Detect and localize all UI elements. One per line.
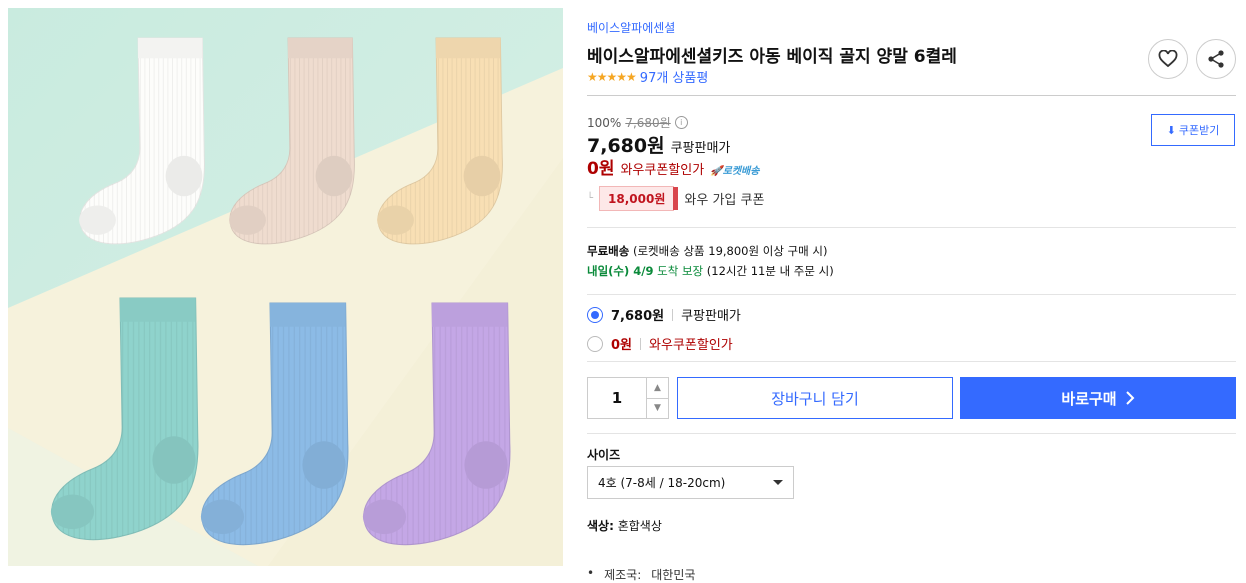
share-icon [1208,50,1224,68]
color-info: 색상: 혼합색상 [587,517,662,534]
free-shipping-info: 무료배송 (로켓배송 상품 19,800원 이상 구매 시) [587,243,827,259]
separator [672,308,674,321]
original-price: 7,680원 [625,116,671,130]
coupon-download-button[interactable]: ⬇ 쿠폰받기 [1151,114,1235,146]
coupon-button-label: 쿠폰받기 [1178,124,1220,137]
wishlist-button[interactable] [1148,39,1188,79]
radio-unselected[interactable] [587,335,603,352]
color-value: 혼합색상 [617,519,662,533]
buy-now-label: 바로구매 [1061,389,1117,408]
divider [587,95,1236,96]
wow-price-label: 와우쿠폰할인가 [620,163,705,178]
discount-row: 100% 7,680원 i [587,114,688,131]
add-to-cart-button[interactable]: 장바구니 담기 [677,377,953,419]
info-icon[interactable]: i [674,116,688,129]
price-option-wow[interactable]: 0원 와우쿠폰할인가 [587,334,733,353]
buy-now-button[interactable]: 바로구매 [960,377,1236,419]
coupon-amount: 18,000원 [599,186,679,211]
free-shipping-detail: (로켓배송 상품 19,800원 이상 구매 시) [632,244,828,258]
color-label: 색상: [587,519,614,533]
indent-corner-icon: └ [587,193,594,204]
size-select[interactable]: 4호 (7-8세 / 18-20cm) [587,466,794,499]
arrival-info: 내일(수) 4/9 도착 보장 (12시간 11분 내 주문 시) [587,263,834,279]
share-button[interactable] [1196,39,1236,79]
price-option-sale[interactable]: 7,680원 쿠팡판매가 [587,305,741,324]
size-label: 사이즈 [587,448,621,462]
increment-button[interactable]: ▲ [647,378,668,399]
quantity-value[interactable]: 1 [588,378,646,418]
coupon-row: └ 18,000원 와우 가입 쿠폰 [587,186,764,211]
download-icon: ⬇ [1166,123,1176,137]
divider [587,433,1236,434]
divider [587,294,1236,295]
free-shipping-label: 무료배송 [587,244,630,258]
review-count-link[interactable]: 97개 상품평 [640,67,709,86]
option-label: 쿠팡판매가 [681,309,741,324]
quantity-stepper[interactable]: 1 ▲ ▼ [587,377,669,419]
discount-rate: 100% [587,115,622,130]
rating-row[interactable]: ★★★★★ 97개 상품평 [587,67,709,87]
product-title: 베이스알파에센셜키즈 아동 베이직 골지 양말 6켤레 [587,47,957,67]
arrival-date: 내일(수) 4/9 [587,264,654,278]
decrement-button[interactable]: ▼ [647,399,668,419]
coupon-text: 와우 가입 쿠폰 [684,193,765,208]
option-price: 7,680원 [611,309,665,324]
brand-link[interactable]: 베이스알파에센셜 [587,19,675,36]
wow-price: 0원 [587,159,615,179]
chevron-right-icon [1125,391,1135,405]
radio-selected[interactable] [587,306,603,323]
rating-stars: ★★★★★ [587,69,637,84]
caret-down-icon [773,480,783,485]
rocket-badge: 🚀로켓배송 [710,166,760,177]
heart-icon [1158,50,1178,68]
divider [587,227,1236,228]
quantity-arrows: ▲ ▼ [646,378,668,418]
option-label: 와우쿠폰할인가 [649,338,733,353]
socks-illustration [8,8,563,566]
arrival-detail: (12시간 11분 내 주문 시) [706,264,834,278]
option-price: 0원 [611,338,633,353]
arrival-guarantee: 도착 보장 [657,264,704,278]
size-selected-value: 4호 (7-8세 / 18-20cm) [598,476,726,490]
wow-price-row: 0원 와우쿠폰할인가 🚀로켓배송 [587,154,759,179]
separator [640,337,642,350]
product-image[interactable] [8,8,563,566]
divider [587,361,1236,362]
